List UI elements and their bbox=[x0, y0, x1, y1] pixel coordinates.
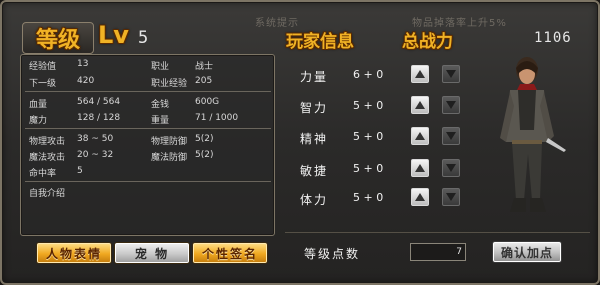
money-label: 金钱 bbox=[151, 100, 170, 110]
stat-value: 5 + 0 bbox=[353, 162, 384, 175]
magic-attack-value: 20 ~ 32 bbox=[77, 150, 114, 160]
divider bbox=[25, 91, 271, 92]
money-value: 600G bbox=[195, 97, 220, 107]
decrease-stamina-button[interactable] bbox=[442, 188, 460, 206]
hit-rate-label: 命中率 bbox=[29, 169, 57, 179]
row-next: 下一级 420 职业经验 205 bbox=[29, 76, 212, 89]
exp-label: 经验值 bbox=[29, 62, 57, 72]
hp-value: 564 / 564 bbox=[77, 97, 121, 107]
triangle-up-icon bbox=[415, 101, 425, 109]
phys-attack-value: 38 ~ 50 bbox=[77, 134, 114, 144]
magic-defense-label: 魔法防御 bbox=[151, 153, 188, 163]
triangle-down-icon bbox=[446, 132, 456, 140]
decrease-spirit-button[interactable] bbox=[442, 127, 460, 145]
pet-button[interactable]: 宠 物 bbox=[114, 242, 190, 264]
stats-panel: 力量 6 + 0 智力 5 + 0 精神 5 + 0 敏捷 5 + 0 体力 5… bbox=[285, 55, 467, 225]
mp-value: 128 / 128 bbox=[77, 113, 121, 123]
triangle-up-icon bbox=[415, 193, 425, 201]
triangle-down-icon bbox=[446, 164, 456, 172]
row-phys: 物理攻击 38 ~ 50 物理防御 5(2) bbox=[29, 134, 213, 147]
stat-name: 精神 bbox=[300, 132, 329, 146]
class-value: 战士 bbox=[195, 62, 214, 72]
next-level-value: 420 bbox=[77, 76, 95, 86]
info-panel: 经验值 13 职业 战士 下一级 420 职业经验 205 血量 564 / 5… bbox=[20, 54, 275, 236]
stat-name: 敏捷 bbox=[300, 164, 329, 178]
next-level-label: 下一级 bbox=[29, 79, 57, 89]
level-points-value: 7 bbox=[410, 243, 466, 261]
increase-agility-button[interactable] bbox=[411, 159, 429, 177]
character-avatar bbox=[500, 57, 566, 212]
decrease-strength-button[interactable] bbox=[442, 65, 460, 83]
phys-attack-label: 物理攻击 bbox=[29, 137, 66, 147]
magic-attack-label: 魔法攻击 bbox=[29, 153, 66, 163]
triangle-down-icon bbox=[446, 193, 456, 201]
emote-button[interactable]: 人物表情 bbox=[36, 242, 112, 264]
phys-defense-label: 物理防御 bbox=[151, 137, 188, 147]
stat-row-agility: 敏捷 5 + 0 bbox=[285, 159, 467, 179]
stat-value: 5 + 0 bbox=[353, 191, 384, 204]
row-exp: 经验值 13 职业 战士 bbox=[29, 59, 213, 72]
player-info-title: 玩家信息 bbox=[286, 32, 354, 52]
level-tab[interactable]: 等级 bbox=[22, 22, 94, 54]
stat-value: 6 + 0 bbox=[353, 68, 384, 81]
increase-strength-button[interactable] bbox=[411, 65, 429, 83]
triangle-down-icon bbox=[446, 70, 456, 78]
lv-value: 5 bbox=[138, 28, 149, 48]
stat-name: 智力 bbox=[300, 101, 329, 115]
magic-defense-value: 5(2) bbox=[195, 150, 214, 160]
hit-rate-value: 5 bbox=[77, 166, 83, 176]
lv-label: Lv bbox=[98, 21, 129, 49]
hp-label: 血量 bbox=[29, 100, 48, 110]
increase-spirit-button[interactable] bbox=[411, 127, 429, 145]
triangle-up-icon bbox=[415, 164, 425, 172]
stat-row-stamina: 体力 5 + 0 bbox=[285, 188, 467, 208]
exp-value: 13 bbox=[77, 59, 89, 69]
stat-name: 力量 bbox=[300, 70, 329, 84]
signature-button[interactable]: 个性签名 bbox=[192, 242, 268, 264]
weight-value: 71 / 1000 bbox=[195, 113, 239, 123]
level-points-label: 等级点数 bbox=[304, 247, 361, 261]
confirm-allocate-button[interactable]: 确认加点 bbox=[492, 241, 562, 263]
stat-value: 5 + 0 bbox=[353, 130, 384, 143]
mp-label: 魔力 bbox=[29, 116, 48, 126]
decrease-agility-button[interactable] bbox=[442, 159, 460, 177]
weight-label: 重量 bbox=[151, 116, 170, 126]
class-exp-label: 职业经验 bbox=[151, 79, 188, 89]
stat-row-intelligence: 智力 5 + 0 bbox=[285, 96, 467, 116]
decrease-intelligence-button[interactable] bbox=[442, 96, 460, 114]
triangle-down-icon bbox=[446, 101, 456, 109]
stat-name: 体力 bbox=[300, 193, 329, 207]
increase-intelligence-button[interactable] bbox=[411, 96, 429, 114]
stat-row-strength: 力量 6 + 0 bbox=[285, 65, 467, 85]
row-hp: 血量 564 / 564 金钱 600G bbox=[29, 97, 219, 110]
triangle-up-icon bbox=[415, 70, 425, 78]
total-power-title: 总战力 bbox=[402, 32, 453, 52]
divider bbox=[25, 181, 271, 182]
row-mp: 魔力 128 / 128 重量 71 / 1000 bbox=[29, 113, 238, 126]
increase-stamina-button[interactable] bbox=[411, 188, 429, 206]
triangle-up-icon bbox=[415, 132, 425, 140]
row-magic: 魔法攻击 20 ~ 32 魔法防御 5(2) bbox=[29, 150, 213, 163]
total-power-value: 1106 bbox=[534, 30, 572, 46]
row-hit: 命中率 5 bbox=[29, 166, 83, 179]
phys-defense-value: 5(2) bbox=[195, 134, 214, 144]
stat-row-spirit: 精神 5 + 0 bbox=[285, 127, 467, 147]
self-intro-label[interactable]: 自我介绍 bbox=[29, 186, 65, 199]
class-exp-value: 205 bbox=[195, 76, 213, 86]
divider bbox=[25, 128, 271, 129]
divider bbox=[285, 232, 590, 233]
class-label: 职业 bbox=[151, 62, 170, 72]
stat-value: 5 + 0 bbox=[353, 99, 384, 112]
